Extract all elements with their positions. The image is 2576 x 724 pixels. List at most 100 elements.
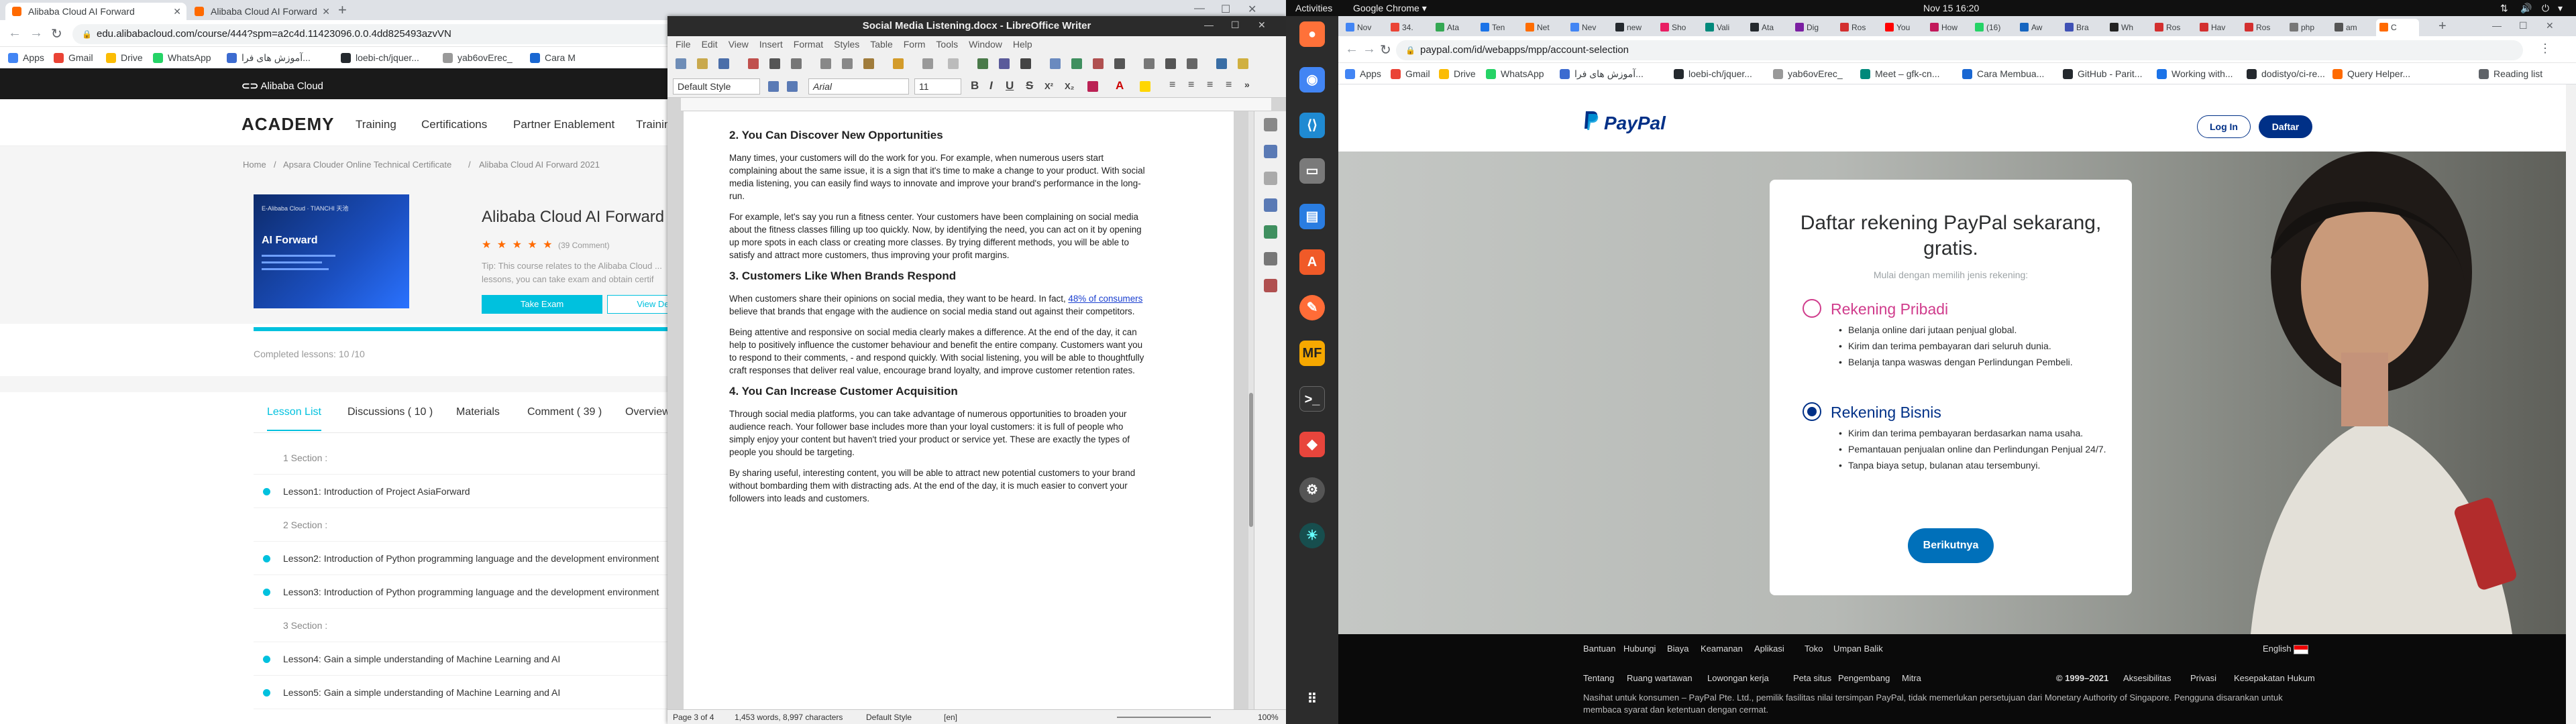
menu-form[interactable]: Form bbox=[904, 39, 926, 50]
footer-link[interactable]: Umpan Balik bbox=[1833, 644, 1883, 654]
hyperlink-icon[interactable] bbox=[1216, 58, 1227, 69]
bookmark-item[interactable]: Meet – gfk-cn... bbox=[1860, 67, 1939, 80]
align-right-icon[interactable]: ≡ bbox=[1207, 79, 1213, 91]
back-arrow-icon[interactable]: ← bbox=[8, 25, 21, 41]
personal-account-title[interactable]: Rekening Pribadi bbox=[1831, 300, 1948, 318]
footer-link[interactable]: Hubungi bbox=[1623, 644, 1656, 654]
business-account-title[interactable]: Rekening Bisnis bbox=[1831, 404, 1941, 422]
reload-icon[interactable]: ↻ bbox=[1380, 42, 1391, 58]
bookmark-item[interactable]: WhatsApp bbox=[1486, 67, 1544, 80]
cut-icon[interactable] bbox=[820, 58, 831, 69]
font-color-icon[interactable]: A bbox=[1116, 79, 1124, 93]
tab-lesson-list[interactable]: Lesson List bbox=[267, 406, 321, 431]
menu-help[interactable]: Help bbox=[1013, 39, 1032, 50]
browser-tab[interactable]: You bbox=[1882, 19, 1925, 36]
clear-formatting-icon[interactable] bbox=[1087, 81, 1098, 92]
close-window-icon[interactable]: ✕ bbox=[2546, 20, 2554, 32]
align-left-icon[interactable]: ≡ bbox=[1169, 79, 1175, 91]
forward-arrow-icon[interactable]: → bbox=[1362, 42, 1376, 57]
breadcrumb-certificate[interactable]: Apsara Clouder Online Technical Certific… bbox=[283, 160, 451, 170]
right-address-bar[interactable]: 🔒 paypal.com/id/webapps/mpp/account-selec… bbox=[1396, 40, 2523, 60]
nav-partner-enablement[interactable]: Partner Enablement bbox=[513, 118, 614, 131]
maximize-icon[interactable]: ☐ bbox=[1221, 3, 1230, 16]
page-icon[interactable] bbox=[1264, 172, 1277, 185]
browser-tab[interactable]: 34. bbox=[1387, 19, 1430, 36]
bookmark-item[interactable]: Working with... bbox=[2157, 67, 2233, 80]
login-button[interactable]: Log In bbox=[2197, 115, 2251, 138]
highlight-icon[interactable] bbox=[1140, 81, 1150, 92]
footer-accessibility[interactable]: Aksesibilitas bbox=[2123, 673, 2171, 683]
document-text[interactable]: 2. You Can Discover New Opportunities Ma… bbox=[729, 129, 1145, 513]
paypal-logo[interactable]: PayPal bbox=[1604, 113, 1666, 134]
back-arrow-icon[interactable]: ← bbox=[1345, 42, 1358, 57]
bookmark-item[interactable]: Apps bbox=[1345, 67, 1381, 80]
show-apps-grid-icon[interactable]: ⠿ bbox=[1299, 686, 1325, 712]
bulb-icon[interactable]: ☀ bbox=[1299, 523, 1325, 548]
nav-certifications[interactable]: Certifications bbox=[421, 118, 487, 131]
footer-legal[interactable]: Kesepakatan Hukum bbox=[2234, 673, 2315, 683]
browser-tab[interactable]: Nev bbox=[1567, 19, 1610, 36]
bookmark-item[interactable]: Gmail bbox=[1391, 67, 1430, 80]
docs-icon[interactable]: ▤ bbox=[1299, 204, 1325, 229]
gallery-icon[interactable] bbox=[1264, 225, 1277, 239]
browser-tab[interactable]: Sho bbox=[1657, 19, 1700, 36]
clock[interactable]: Nov 15 16:20 bbox=[1923, 0, 1979, 16]
minimize-icon[interactable]: — bbox=[1204, 19, 1214, 30]
status-style[interactable]: Default Style bbox=[866, 710, 912, 724]
footer-link[interactable]: Bantuan bbox=[1583, 644, 1615, 654]
print-preview-icon[interactable] bbox=[791, 58, 802, 69]
manage-changes-icon[interactable] bbox=[1264, 279, 1277, 292]
font-size-select[interactable]: 11 bbox=[914, 78, 961, 95]
files-icon[interactable]: ▭ bbox=[1299, 158, 1325, 184]
reading-list[interactable]: Reading list bbox=[2479, 67, 2542, 80]
browser-tab[interactable]: C bbox=[2376, 19, 2419, 36]
insert-chart-icon[interactable] bbox=[1093, 58, 1104, 69]
strikethrough-icon[interactable]: S bbox=[1026, 79, 1033, 93]
settings-gear-icon[interactable]: ⚙ bbox=[1299, 477, 1325, 503]
nav-training[interactable]: Training bbox=[356, 118, 396, 131]
left-tab-2[interactable]: Alibaba Cloud AI Forward ✕ bbox=[188, 3, 335, 20]
course-thumbnail[interactable]: E-Alibaba Cloud · TIANCHI 天池 AI Forward bbox=[254, 194, 409, 308]
bookmark-item[interactable]: loebi-ch/jquer... bbox=[1674, 67, 1752, 80]
undo-icon[interactable] bbox=[922, 58, 933, 69]
footer-link[interactable]: Pengembang bbox=[1838, 673, 1890, 683]
paste-icon[interactable] bbox=[863, 58, 874, 69]
bookmark-cara[interactable]: Cara M bbox=[530, 51, 576, 64]
zoom-slider[interactable] bbox=[1117, 717, 1211, 718]
bookmark-item[interactable]: آموزش های فرا... bbox=[1560, 67, 1644, 80]
footer-link[interactable]: Toko bbox=[1805, 644, 1823, 654]
breadcrumb-course[interactable]: Alibaba Cloud AI Forward 2021 bbox=[479, 160, 600, 170]
bookmark-item[interactable]: GitHub - Parit... bbox=[2063, 67, 2142, 80]
firefox-icon[interactable]: ● bbox=[1299, 21, 1325, 47]
special-char-icon[interactable] bbox=[1187, 58, 1197, 69]
chrome-icon[interactable]: ◉ bbox=[1299, 67, 1325, 93]
anydesk-icon[interactable]: ◆ bbox=[1299, 432, 1325, 457]
bookmark-gmail[interactable]: Gmail bbox=[54, 51, 93, 64]
footer-link[interactable]: Biaya bbox=[1667, 644, 1689, 654]
copy-icon[interactable] bbox=[842, 58, 853, 69]
consumers-link[interactable]: 48% of consumers bbox=[1068, 294, 1142, 304]
browser-tab[interactable]: new bbox=[1612, 19, 1655, 36]
menu-view[interactable]: View bbox=[729, 39, 749, 50]
open-icon[interactable] bbox=[697, 58, 708, 69]
vertical-scrollbar[interactable] bbox=[1248, 111, 1254, 709]
menu-insert[interactable]: Insert bbox=[759, 39, 783, 50]
menu-file[interactable]: File bbox=[676, 39, 691, 50]
postman-icon[interactable]: ✎ bbox=[1299, 295, 1325, 320]
signup-button[interactable]: Daftar bbox=[2259, 115, 2312, 138]
mf-app-icon[interactable]: MF bbox=[1299, 341, 1325, 366]
bookmark-jquery[interactable]: loebi-ch/jquer... bbox=[341, 51, 419, 64]
bookmark-item[interactable]: Query Helper... bbox=[2332, 67, 2410, 80]
system-menu-icon[interactable]: ▾ bbox=[2558, 0, 2563, 16]
export-pdf-icon[interactable] bbox=[748, 58, 759, 69]
insert-textbox-icon[interactable] bbox=[1114, 58, 1125, 69]
browser-tab[interactable]: php bbox=[2286, 19, 2329, 36]
activities-button[interactable]: Activities bbox=[1295, 0, 1332, 16]
volume-icon[interactable]: 🔊 bbox=[2520, 0, 2532, 16]
menu-styles[interactable]: Styles bbox=[834, 39, 859, 50]
superscript-icon[interactable]: X² bbox=[1044, 81, 1053, 91]
minimize-icon[interactable]: — bbox=[2492, 20, 2502, 31]
close-tab-icon[interactable]: ✕ bbox=[322, 3, 330, 20]
bookmark-whatsapp[interactable]: WhatsApp bbox=[153, 51, 211, 64]
browser-tab[interactable]: am bbox=[2331, 19, 2374, 36]
